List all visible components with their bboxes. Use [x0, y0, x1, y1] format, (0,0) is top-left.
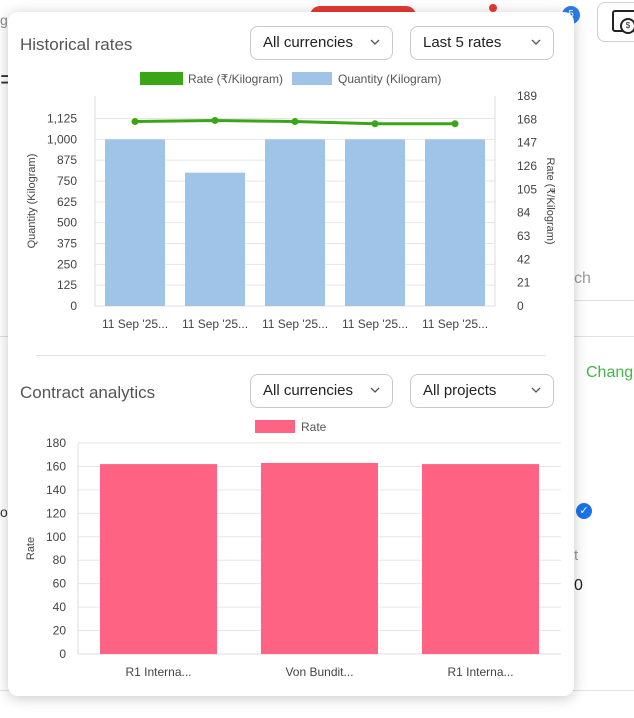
- y-tick-label: 750: [57, 174, 77, 188]
- rate-point: [131, 118, 139, 126]
- background-fragment-left: g: [0, 12, 8, 28]
- rate-point: [371, 120, 379, 128]
- x-tick-label: 11 Sep '25...: [342, 317, 408, 331]
- x-tick-label: 11 Sep '25...: [422, 317, 488, 331]
- y-tick-label: 180: [46, 436, 66, 450]
- y-tick-label: 120: [46, 506, 66, 520]
- historical-rates-chart: 0 125 250 375 500 625 750 875 1,000 1,125 0 21 42 63 8…: [26, 72, 556, 331]
- background-fragment-t: t: [574, 547, 579, 564]
- chevron-down-icon: [370, 39, 380, 45]
- quantity-bar: [105, 139, 165, 306]
- legend-swatch-rate: [255, 420, 295, 433]
- background-divider: [574, 336, 634, 337]
- chevron-down-icon: [531, 387, 541, 393]
- y-tick-label: 80: [53, 553, 67, 567]
- y-tick-label: 250: [57, 257, 77, 271]
- x-tick-label: 11 Sep '25...: [102, 317, 168, 331]
- historical-currency-select[interactable]: All currencies: [250, 26, 393, 60]
- contract-project-value: All projects: [423, 382, 497, 399]
- background-fragment-0: 0: [574, 577, 583, 594]
- y2-tick-label: 105: [517, 182, 537, 196]
- y2-tick-label: 63: [517, 229, 531, 243]
- y-tick-label: 160: [46, 459, 66, 473]
- historical-range-select[interactable]: Last 5 rates: [410, 26, 554, 60]
- rate-bar: [422, 464, 539, 654]
- legend-label-rate: Rate: [301, 420, 327, 434]
- analytics-popover: Historical rates All currencies Last 5 r…: [8, 12, 574, 696]
- section-divider: [36, 355, 546, 356]
- y-tick-label: 375: [57, 237, 77, 251]
- background-search-fragment: ch: [574, 270, 591, 287]
- chevron-down-icon: [370, 387, 380, 393]
- y2-tick-label: 0: [517, 299, 524, 313]
- x-tick-label: 11 Sep '25...: [182, 317, 248, 331]
- y-axis-title: Quantity (Kilogram): [26, 154, 38, 249]
- background-change-link[interactable]: Chang: [586, 364, 633, 382]
- y2-tick-label: 147: [517, 136, 537, 150]
- rate-point: [211, 116, 219, 124]
- y-tick-label: 500: [57, 216, 77, 230]
- y2-tick-label: 84: [517, 206, 531, 220]
- legend-label-quantity: Quantity (Kilogram): [338, 72, 441, 86]
- y-tick-label: 60: [53, 577, 67, 591]
- contract-currency-select[interactable]: All currencies: [250, 374, 393, 408]
- contract-analytics-chart: 0 20 40 60 80 100 120 140 160 180 Rate R1 Interna..…: [25, 420, 561, 679]
- notification-dot-icon: [489, 4, 497, 12]
- y-tick-label: 0: [59, 647, 66, 661]
- legend-swatch-quantity: [292, 72, 332, 85]
- y-tick-label: 1,125: [47, 112, 77, 126]
- y2-tick-label: 189: [517, 89, 537, 103]
- background-divider: [574, 300, 634, 301]
- rate-point: [291, 118, 299, 126]
- legend-label-rate: Rate (₹/Kilogram): [188, 72, 283, 86]
- contract-project-select[interactable]: All projects: [410, 374, 554, 408]
- y-tick-label: 1,000: [47, 132, 77, 146]
- historical-currency-value: All currencies: [263, 34, 354, 51]
- quantity-bar: [185, 172, 245, 306]
- legend-swatch-rate: [140, 72, 183, 85]
- quantity-bar: [345, 139, 405, 306]
- y2-tick-label: 42: [517, 252, 531, 266]
- x-tick-label: 11 Sep '25...: [262, 317, 328, 331]
- rate-point: [451, 120, 459, 128]
- y-tick-label: 0: [70, 299, 77, 313]
- background-divider: [0, 336, 8, 337]
- contract-analytics-title: Contract analytics: [20, 383, 156, 402]
- chevron-down-icon: [531, 39, 541, 45]
- rate-bar: [261, 462, 378, 654]
- y-tick-label: 125: [57, 278, 77, 292]
- y2-tick-label: 168: [517, 112, 537, 126]
- historical-range-value: Last 5 rates: [423, 34, 502, 51]
- quantity-bar: [265, 139, 325, 306]
- check-circle-icon: ✓: [576, 503, 592, 519]
- x-tick-label: R1 Interna...: [447, 665, 513, 679]
- y-tick-label: 100: [46, 530, 66, 544]
- y-axis-title: Rate: [25, 537, 37, 560]
- contract-currency-value: All currencies: [263, 382, 354, 399]
- historical-rates-title: Historical rates: [20, 35, 133, 54]
- y2-tick-label: 126: [517, 159, 537, 173]
- quantity-bar: [425, 139, 485, 306]
- rate-bar: [100, 464, 217, 654]
- y-tick-label: 625: [57, 195, 77, 209]
- y2-axis-title: Rate (₹/Kilogram): [544, 157, 556, 244]
- y-tick-label: 875: [57, 153, 77, 167]
- y-tick-label: 40: [53, 600, 67, 614]
- y2-tick-label: 21: [517, 276, 531, 290]
- coin-icon: $: [620, 18, 634, 34]
- background-fragment-o: o: [0, 504, 8, 520]
- x-tick-label: R1 Interna...: [125, 665, 191, 679]
- x-tick-label: Von Bundit...: [285, 665, 353, 679]
- y-tick-label: 140: [46, 483, 66, 497]
- y-tick-label: 20: [53, 624, 67, 638]
